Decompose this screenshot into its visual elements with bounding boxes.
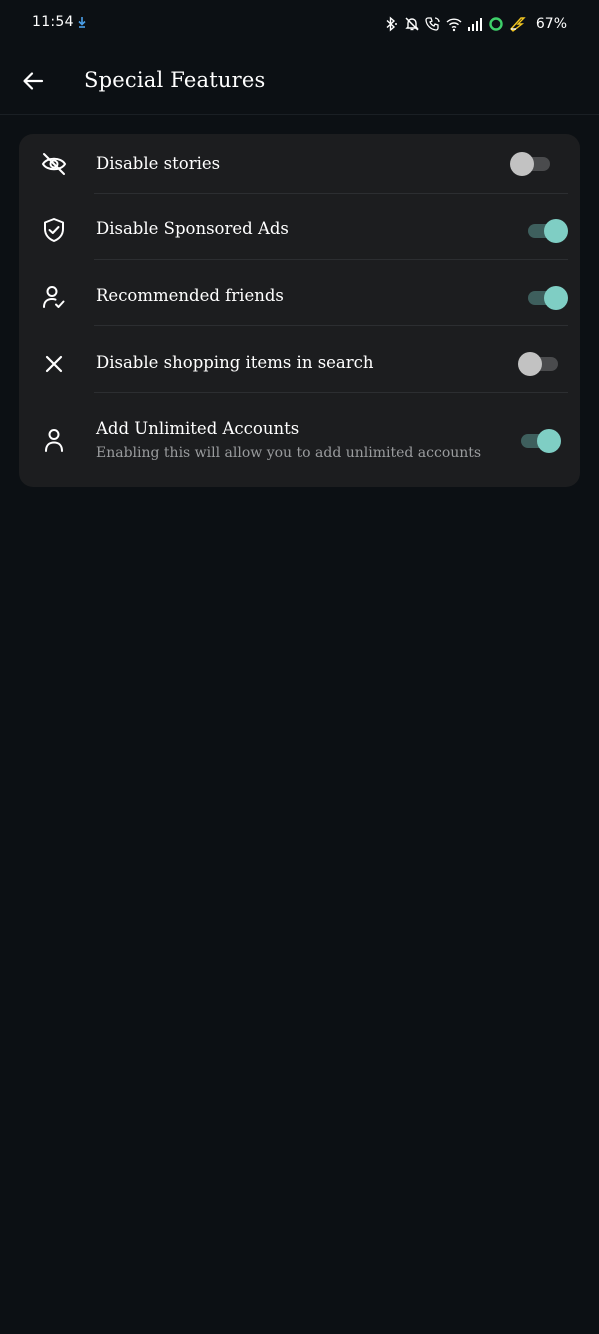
setting-label: Disable shopping items in search — [96, 353, 374, 372]
back-button[interactable] — [14, 62, 52, 100]
arrow-back-icon — [23, 72, 44, 90]
toggle-thumb — [510, 152, 534, 176]
shield-check-icon — [39, 215, 69, 245]
status-icons: 67% — [383, 14, 567, 34]
wifi-icon — [446, 18, 462, 32]
status-bar: 11:54 67% — [0, 0, 599, 48]
app-bar: Special Features — [0, 48, 599, 115]
eye-off-icon — [39, 149, 69, 179]
close-icon — [39, 349, 69, 379]
disable-shopping-items-toggle[interactable] — [518, 351, 560, 377]
wifi-call-icon — [425, 17, 440, 31]
setting-row-disable-stories[interactable]: Disable stories — [19, 134, 580, 194]
disable-stories-toggle[interactable] — [510, 151, 552, 177]
user-check-icon — [39, 282, 69, 312]
setting-row-add-unlimited-accounts[interactable]: Add Unlimited Accounts Enabling this wil… — [19, 393, 580, 487]
recommended-friends-toggle[interactable] — [528, 285, 568, 311]
battery-percentage: 67% — [535, 16, 567, 32]
toggle-thumb — [544, 286, 568, 310]
setting-label: Recommended friends — [96, 286, 284, 305]
download-icon — [78, 17, 86, 28]
toggle-thumb — [537, 429, 561, 453]
data-saver-icon — [489, 17, 503, 31]
signal-icon — [467, 18, 482, 31]
settings-card: Disable stories Disable Sponsored Ads Re… — [19, 134, 580, 487]
add-unlimited-accounts-toggle[interactable] — [521, 428, 561, 454]
bluetooth-icon — [386, 16, 397, 32]
bell-off-icon — [405, 17, 419, 31]
toggle-thumb — [518, 352, 542, 376]
setting-label: Add Unlimited Accounts — [96, 419, 300, 438]
setting-label: Disable Sponsored Ads — [96, 219, 289, 238]
setting-label: Disable stories — [96, 154, 221, 173]
battery-charging-icon — [509, 17, 526, 32]
user-icon — [39, 425, 69, 455]
disable-sponsored-ads-toggle[interactable] — [528, 218, 568, 244]
page-title: Special Features — [84, 68, 266, 92]
status-time: 11:54 — [32, 14, 74, 30]
setting-row-recommended-friends[interactable]: Recommended friends — [19, 260, 580, 326]
setting-subtitle: Enabling this will allow you to add unli… — [96, 445, 482, 461]
setting-row-disable-shopping-items[interactable]: Disable shopping items in search — [19, 326, 580, 392]
setting-row-disable-sponsored-ads[interactable]: Disable Sponsored Ads — [19, 194, 580, 260]
toggle-thumb — [544, 219, 568, 243]
